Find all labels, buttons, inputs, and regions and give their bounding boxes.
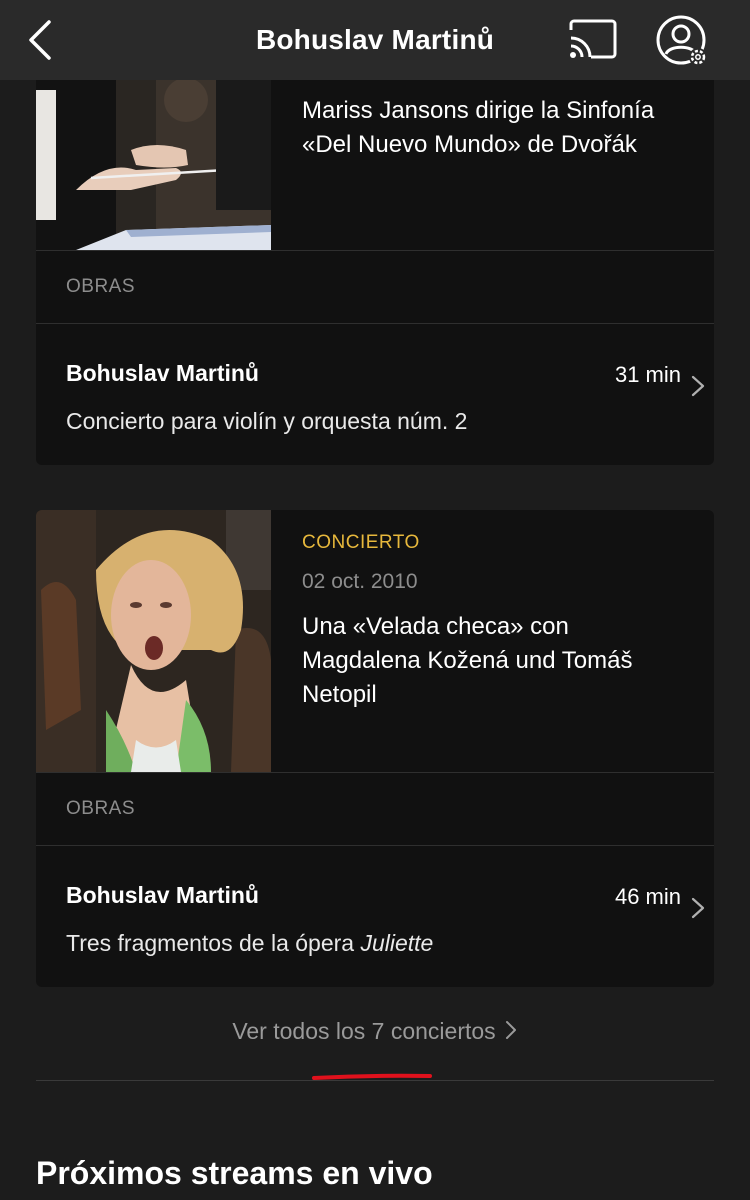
works-label: OBRAS xyxy=(66,276,136,297)
work-title: Concierto para violín y orquesta núm. 2 xyxy=(66,408,467,435)
cast-icon xyxy=(569,19,617,59)
work-duration: 31 min xyxy=(614,362,681,387)
concert-card: CONCIERTO 02 oct. 2010 Una «Velada checa… xyxy=(36,510,714,987)
work-title-text: Concierto para violín y orquesta núm. 2 xyxy=(66,408,468,434)
concert-kind: CONCIERTO xyxy=(302,532,420,553)
work-row[interactable]: Bohuslav Martinů 46 min Tres fragmentos … xyxy=(36,846,714,986)
view-all-concerts-link[interactable]: Ver todos los 7 conciertos xyxy=(0,1018,750,1045)
work-duration: 46 min xyxy=(614,884,681,909)
cast-button[interactable] xyxy=(565,16,621,64)
singer-image xyxy=(36,510,271,772)
work-row[interactable]: Bohuslav Martinů 31 min Concierto para v… xyxy=(36,324,714,464)
work-title-text: Tres fragmentos de la ópera xyxy=(66,930,361,956)
concert-meta: Mariss Jansons dirige la Sinfonía «Del N… xyxy=(302,94,694,162)
chevron-right-icon xyxy=(691,375,705,397)
work-composer: Bohuslav Martinů xyxy=(66,882,259,908)
divider xyxy=(36,1080,714,1081)
work-title-emphasis: Juliette xyxy=(360,930,434,956)
top-bar: Bohuslav Martinů xyxy=(0,0,750,80)
page-title: Bohuslav Martinů xyxy=(255,24,495,55)
account-button[interactable] xyxy=(655,14,711,70)
works-section-header: OBRAS xyxy=(36,250,714,324)
work-composer: Bohuslav Martinů xyxy=(66,360,259,386)
concert-meta: CONCIERTO 02 oct. 2010 Una «Velada checa… xyxy=(302,532,694,712)
works-section-header: OBRAS xyxy=(36,772,714,846)
concert-title[interactable]: Mariss Jansons dirige la Sinfonía «Del N… xyxy=(302,94,694,162)
concert-date: 02 oct. 2010 xyxy=(302,570,418,593)
view-all-label: Ver todos los 7 conciertos xyxy=(232,1018,496,1044)
chevron-right-icon xyxy=(505,1021,516,1039)
user-settings-icon xyxy=(656,15,707,66)
concert-card: Mariss Jansons dirige la Sinfonía «Del N… xyxy=(36,40,714,465)
section-title: Próximos streams en vivo xyxy=(36,1155,433,1191)
concert-thumbnail[interactable] xyxy=(36,510,271,772)
work-title: Tres fragmentos de la ópera Juliette xyxy=(66,930,433,957)
concert-title[interactable]: Una «Velada checa» con Magdalena Kožená … xyxy=(302,610,694,712)
chevron-right-icon xyxy=(691,897,705,919)
works-label: OBRAS xyxy=(66,798,136,819)
